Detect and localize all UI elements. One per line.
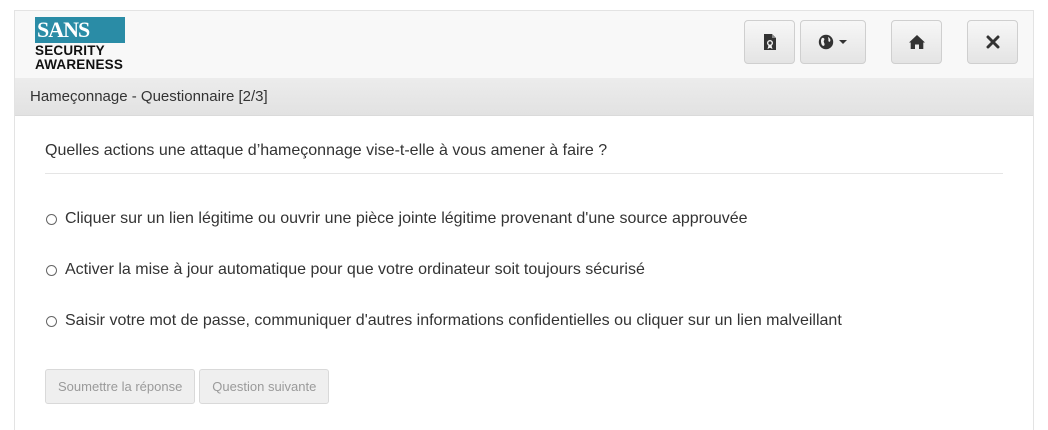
logo-brand: SANS — [35, 17, 125, 43]
answer-option-label[interactable]: Activer la mise à jour automatique pour … — [65, 261, 645, 279]
breadcrumb: Hameçonnage - Questionnaire [2/3] — [15, 78, 1033, 116]
home-icon — [908, 35, 925, 49]
globe-language-icon — [818, 34, 834, 50]
close-button[interactable] — [967, 20, 1018, 64]
certificate-button[interactable] — [744, 20, 795, 64]
caret-down-icon — [839, 40, 847, 44]
home-button[interactable] — [891, 20, 942, 64]
submit-answer-button[interactable]: Soumettre la réponse — [45, 369, 196, 404]
quiz-actions: Soumettre la réponse Question suivante — [45, 369, 330, 404]
logo-line-1: SECURITY — [35, 43, 105, 58]
question-text: Quelles actions une attaque d’hameçonnag… — [45, 139, 1003, 174]
answer-option[interactable]: Saisir votre mot de passe, communiquer d… — [45, 309, 1003, 333]
language-dropdown-button[interactable] — [800, 20, 866, 64]
answer-option-label[interactable]: Cliquer sur un lien légitime ou ouvrir u… — [65, 210, 748, 228]
answer-option[interactable]: Cliquer sur un lien légitime ou ouvrir u… — [45, 207, 1003, 231]
radio-button[interactable] — [46, 315, 57, 327]
answer-option[interactable]: Activer la mise à jour automatique pour … — [45, 258, 1003, 282]
sans-logo: SANS SECURITY AWARENESS — [35, 17, 125, 73]
answer-option-label[interactable]: Saisir votre mot de passe, communiquer d… — [65, 312, 842, 330]
quiz-content: Quelles actions une attaque d’hameçonnag… — [45, 115, 1003, 360]
header-bar: SANS SECURITY AWARENESS — [15, 11, 1033, 79]
radio-button[interactable] — [46, 213, 57, 225]
radio-button[interactable] — [46, 264, 57, 276]
logo-line-2: AWARENESS — [35, 57, 124, 72]
answer-options: Cliquer sur un lien légitime ou ouvrir u… — [45, 207, 1003, 333]
quiz-window: SANS SECURITY AWARENESS Hameçonnage - Qu… — [14, 10, 1034, 430]
document-certificate-icon — [763, 34, 776, 50]
close-icon — [986, 35, 999, 49]
next-question-button[interactable]: Question suivante — [199, 369, 330, 404]
